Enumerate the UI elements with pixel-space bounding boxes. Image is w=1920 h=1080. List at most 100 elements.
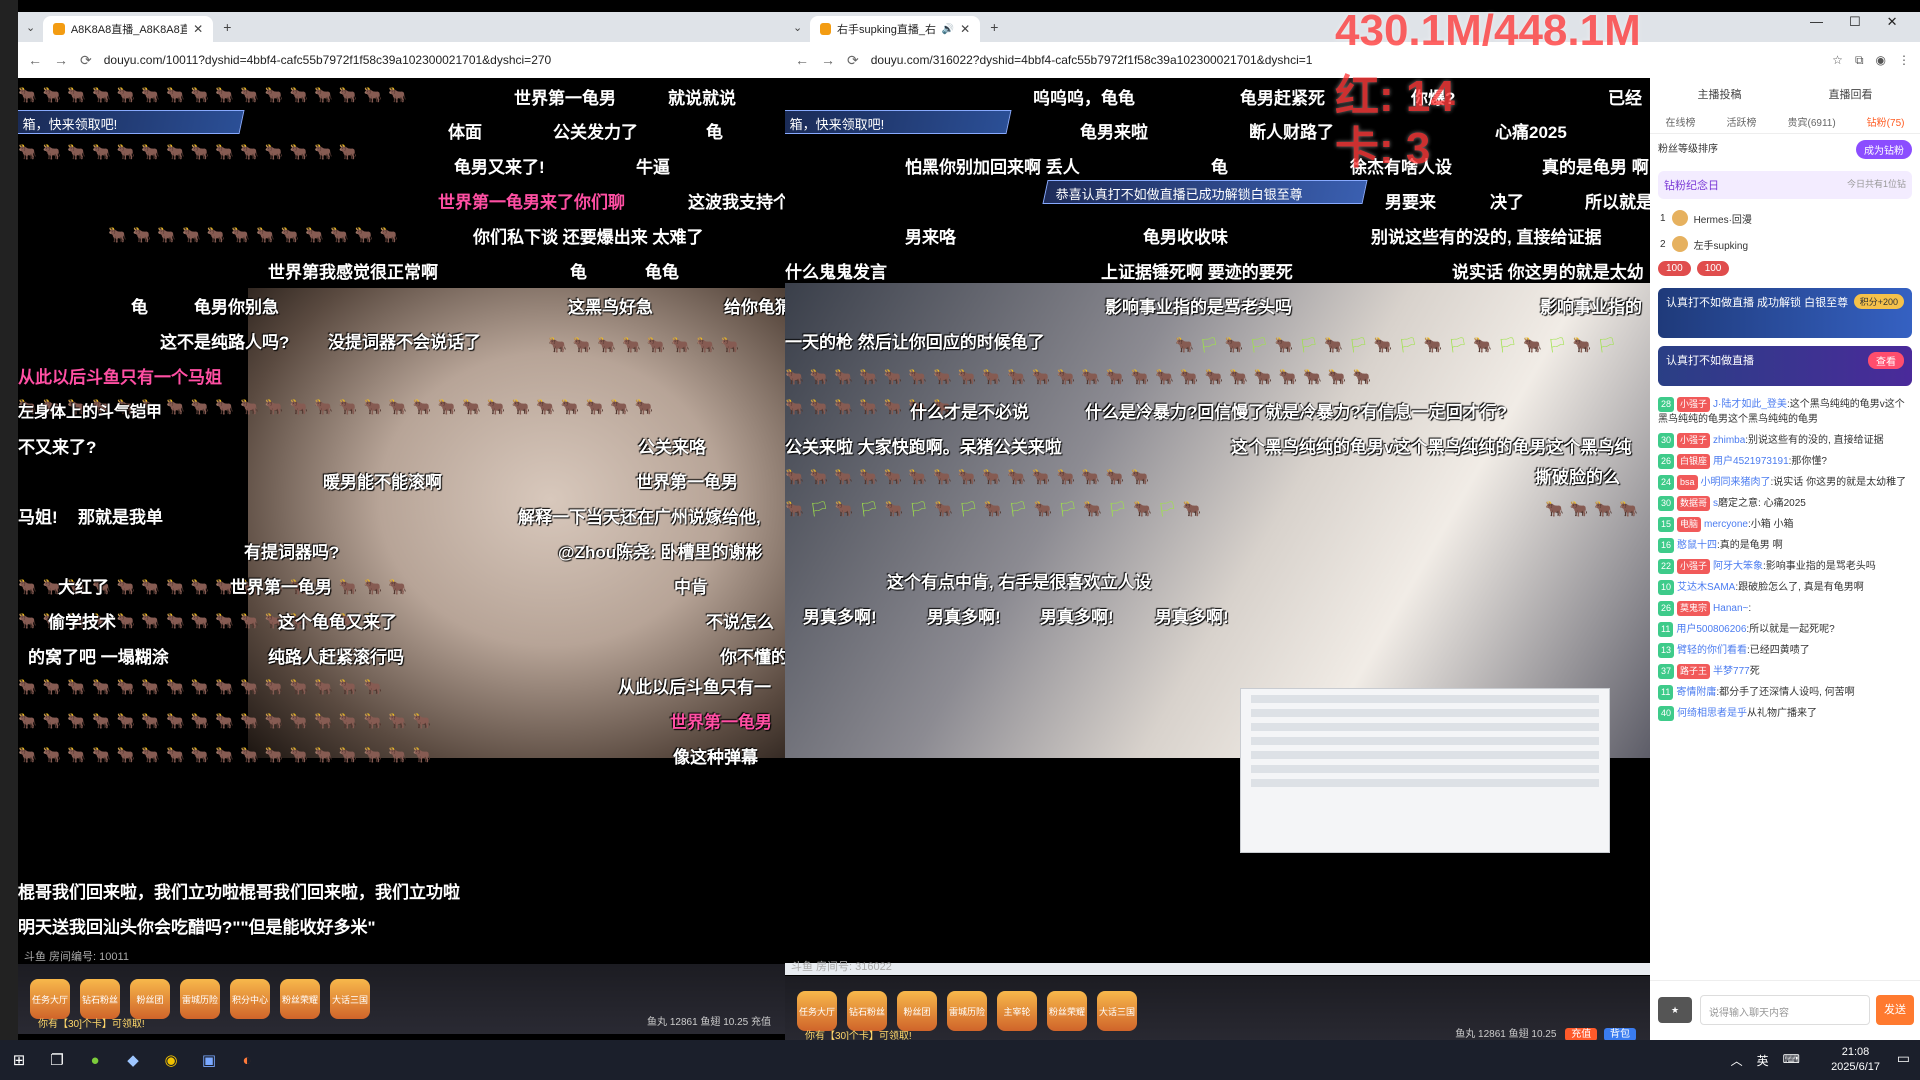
app-icon[interactable]: ▣ (195, 1046, 223, 1074)
promo-text: 认真打不如做直播 (1666, 355, 1754, 367)
gift-item[interactable]: 大话三国 (1097, 991, 1137, 1031)
promo-banner-2[interactable]: 认真打不如做直播 查看 (1658, 346, 1912, 386)
anchor-post-button[interactable]: 主播投稿 (1698, 86, 1742, 102)
tab-online[interactable]: 在线榜 (1666, 114, 1696, 129)
chat-message[interactable]: 37 路子王 半梦777死 (1650, 661, 1920, 682)
close-window-icon[interactable]: ✕ (1887, 14, 1898, 30)
chrome-icon[interactable]: ◉ (157, 1046, 185, 1074)
audio-icon[interactable]: 🔊 (942, 24, 954, 35)
danmaku: 的窝了吧 一塌糊涂 (28, 648, 169, 667)
left-tab[interactable]: A8K8A8直播_A8K8A8直播_A8... ✕ (43, 16, 214, 42)
danmaku: 男真多啊! (1040, 608, 1114, 627)
minimize-icon[interactable]: — (1810, 14, 1823, 30)
gift-item[interactable]: 任务大厅 (797, 991, 837, 1031)
address-bar[interactable]: douyu.com/10011?dyshid=4bbf4-cafc55b7972… (104, 53, 551, 67)
chat-message[interactable]: 11 用户500806206:所以就是一起死呢? (1650, 619, 1920, 640)
danmaku: 像这种弹幕 (673, 748, 758, 767)
notification-icon[interactable]: ▭ (1897, 1050, 1910, 1067)
danmaku: 牛逼 (636, 158, 670, 177)
gift-item[interactable]: 粉丝团 (130, 979, 170, 1019)
forward-icon[interactable]: → (54, 52, 68, 68)
danmaku: 偷学技术 (48, 613, 116, 632)
room-number: 斗鱼 房间编号: 10011 (24, 951, 129, 963)
become-diamond-button[interactable]: 成为钻粉 (1856, 140, 1912, 159)
right-player[interactable]: 箱，快来领取吧! 恭喜认真打不如做直播已成功解锁白银至尊 🐂🏳🐂🏳🐂🏳🐂🏳🐂🏳🐂… (785, 78, 1650, 1040)
tab-vip[interactable]: 贵宾(6911) (1788, 114, 1836, 129)
chat-message[interactable]: 13 臂轻的你们看看:已经四黄啧了 (1650, 640, 1920, 661)
chat-message[interactable]: 22 小强子 阿牙大笨象:影响事业指的是骂老头吗 (1650, 556, 1920, 577)
gift-item[interactable]: 粉丝团 (897, 991, 937, 1031)
forward-icon[interactable]: → (821, 52, 835, 68)
fan-badge-button[interactable]: ★ (1658, 997, 1692, 1023)
bookmark-star-icon[interactable]: ☆ (1832, 53, 1843, 67)
gift-item[interactable]: 雷城历险 (180, 979, 220, 1019)
gift-tip[interactable]: 你有【30]个卡】可领取! (38, 1015, 145, 1030)
left-reward-banner[interactable]: 箱，快来领取吧! (18, 110, 245, 134)
left-player[interactable]: 箱，快来领取吧! 🐂🐂🐂🐂🐂🐂🐂🐂🐂🐂🐂🐂🐂🐂🐂🐂 🐂🐂🐂🐂🐂🐂🐂🐂🐂🐂🐂🐂🐂🐂… (18, 78, 785, 1040)
maximize-icon[interactable]: ☐ (1849, 14, 1861, 30)
chat-message[interactable]: 30 数据哥 s磨定之意: 心痛2025 (1650, 493, 1920, 514)
danmaku: 龟 (1211, 158, 1228, 177)
language-indicator[interactable]: 英 (1757, 1052, 1769, 1069)
new-tab-button[interactable]: + (990, 19, 998, 35)
ime-icon[interactable]: ⌨ (1783, 1052, 1800, 1069)
steam-icon[interactable]: ◆ (119, 1046, 147, 1074)
chat-input[interactable]: 说得输入聊天内容 (1700, 995, 1870, 1025)
rank-row[interactable]: 1 Hermes·回漫 (1650, 205, 1920, 231)
gift-item[interactable]: 主宰轮 (997, 991, 1037, 1031)
chat-message[interactable]: 40 何绮相思者是乎从礼物广播来了 (1650, 703, 1920, 724)
start-icon[interactable]: ⊞ (5, 1046, 33, 1074)
gift-item[interactable]: 大话三国 (330, 979, 370, 1019)
back-icon[interactable]: ← (28, 52, 42, 68)
back-icon[interactable]: ← (795, 52, 809, 68)
view-button[interactable]: 查看 (1868, 352, 1904, 369)
tab-list-button[interactable]: ⌄ (793, 21, 802, 34)
extensions-icon[interactable]: ⧉ (1855, 53, 1864, 68)
gift-tip[interactable]: 你有【30]个卡】可领取! (805, 1027, 912, 1040)
send-button[interactable]: 发送 (1876, 995, 1914, 1025)
reload-icon[interactable]: ⟳ (80, 52, 92, 69)
profile-icon[interactable]: ◉ (1876, 53, 1886, 67)
task-view-icon[interactable]: ❐ (43, 1046, 71, 1074)
chat-message[interactable]: 30 小强子 zhimba:别说这些有的没的, 直接给证据 (1650, 430, 1920, 451)
clock[interactable]: 21:08 2025/6/17 (1831, 1045, 1880, 1075)
gift-item[interactable]: 任务大厅 (30, 979, 70, 1019)
close-tab-icon[interactable]: ✕ (960, 22, 970, 36)
tray-chevron-icon[interactable]: ︿ (1731, 1052, 1743, 1069)
danmaku: 龟 (131, 298, 148, 317)
douyu-app-icon[interactable]: ◐ (233, 1046, 261, 1074)
replay-button[interactable]: 直播回看 (1829, 86, 1873, 102)
chat-message[interactable]: 24 bsa 小明同来猪肉了:说实话 你这男的就是太幼稚了 (1650, 472, 1920, 493)
app-icon[interactable]: ● (81, 1046, 109, 1074)
reload-icon[interactable]: ⟳ (847, 52, 859, 69)
chat-message[interactable]: 15 电脑 mercyone:小箱 小箱 (1650, 514, 1920, 535)
gift-item[interactable]: 钻石粉丝 (847, 991, 887, 1031)
tab-diamond[interactable]: 钻粉(75) (1867, 114, 1905, 129)
chat-message[interactable]: 11 寄情附庸:都分手了还深情人设吗, 何苦啊 (1650, 682, 1920, 703)
gift-item[interactable]: 积分中心 (230, 979, 270, 1019)
gift-item[interactable]: 雷城历险 (947, 991, 987, 1031)
tab-list-button[interactable]: ⌄ (26, 21, 35, 34)
rank-row[interactable]: 2 左手supking (1650, 231, 1920, 257)
chat-message[interactable]: 10 艾达木SAMA:跟破脸怎么了, 真是有龟男啊 (1650, 577, 1920, 598)
backpack-button[interactable]: 背包 (1604, 1028, 1636, 1040)
new-tab-button[interactable]: + (223, 19, 231, 35)
address-bar[interactable]: douyu.com/316022?dyshid=4bbf4-cafc55b797… (871, 53, 1313, 67)
gift-item[interactable]: 粉丝荣耀 (1047, 991, 1087, 1031)
close-tab-icon[interactable]: ✕ (193, 22, 203, 36)
chat-message[interactable]: 26 白银座 用户4521973191:那你懂? (1650, 451, 1920, 472)
menu-icon[interactable]: ⋮ (1898, 53, 1910, 67)
danmaku: 明天送我回汕头你会吃醋吗?""但是能收好多米" (18, 918, 376, 937)
chat-message[interactable]: 16 憨鼠十四:真的是龟男 啊 (1650, 535, 1920, 556)
gift-item[interactable]: 钻石粉丝 (80, 979, 120, 1019)
chat-message[interactable]: 28 小强子 J·陆才如此_登美:这个黑鸟纯纯的龟男v这个黑鸟纯纯的龟男这个黑鸟纯纯… (1650, 394, 1920, 430)
tab-active[interactable]: 活跃榜 (1727, 114, 1757, 129)
promo-text: 认真打不如做直播 成功解锁 白银至尊 (1666, 297, 1849, 309)
recharge-button[interactable]: 充值 (1565, 1028, 1598, 1040)
unlock-banner: 恭喜认真打不如做直播已成功解锁白银至尊 (1042, 180, 1368, 204)
promo-banner[interactable]: 认真打不如做直播 成功解锁 白银至尊 积分+200 (1658, 288, 1912, 338)
right-reward-banner[interactable]: 箱，快来领取吧! (785, 110, 1012, 134)
gift-item[interactable]: 粉丝荣耀 (280, 979, 320, 1019)
right-tab[interactable]: 右手supking直播_右手sup... 🔊 ✕ (810, 16, 981, 42)
chat-message[interactable]: 26 莫鬼宗 Hanan~: (1650, 598, 1920, 619)
